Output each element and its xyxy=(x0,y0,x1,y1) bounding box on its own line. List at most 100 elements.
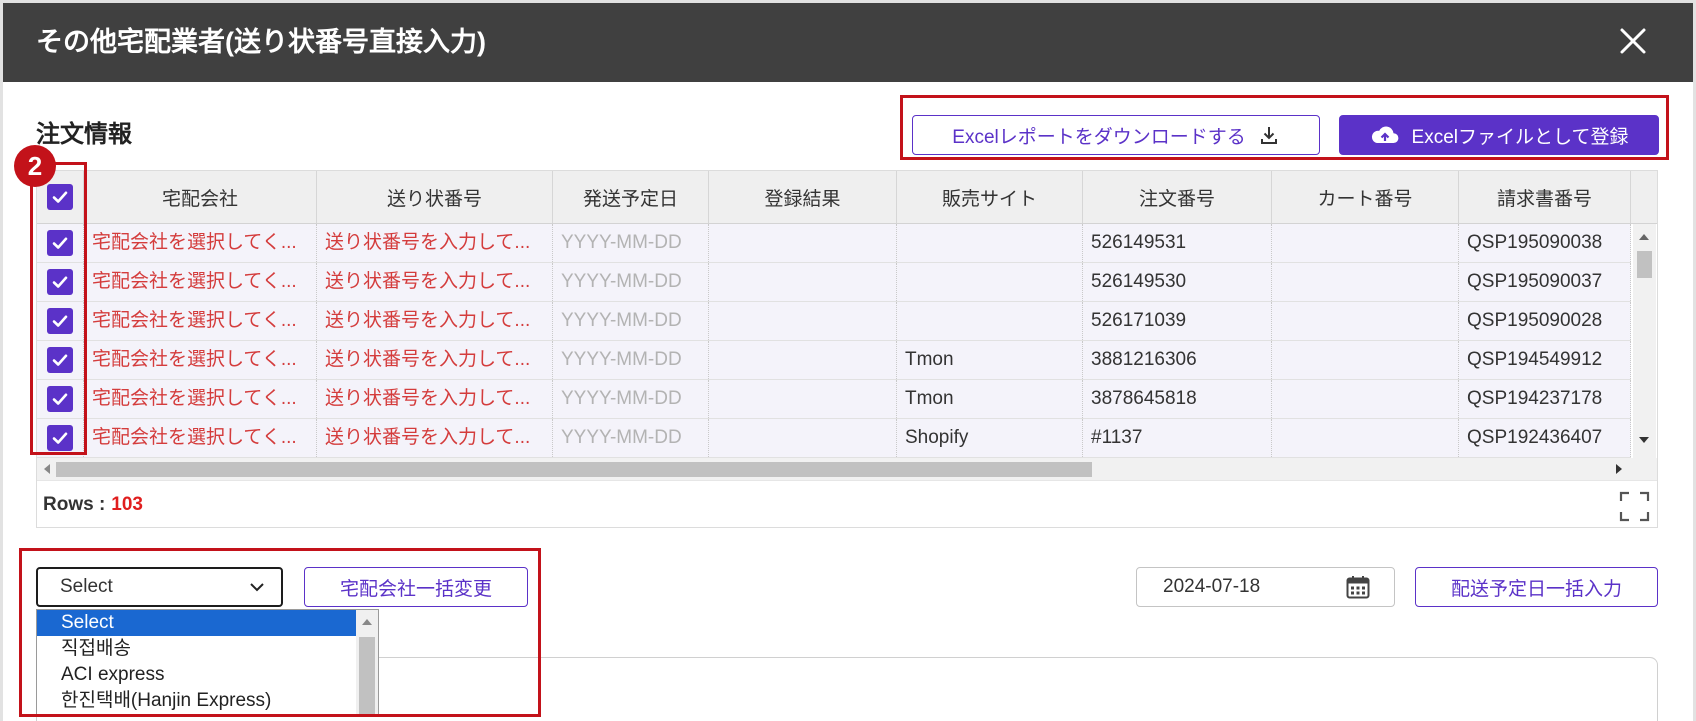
dropdown-scrollbar[interactable] xyxy=(356,610,378,716)
select-all-checkbox[interactable] xyxy=(47,184,73,210)
horizontal-scroll-thumb[interactable] xyxy=(56,462,1092,477)
column-header-invoice-number[interactable]: 請求書番号 xyxy=(1459,171,1631,223)
cell-ship-date[interactable]: YYYY-MM-DD xyxy=(553,341,709,379)
carrier-select-value: Select xyxy=(60,576,113,597)
carrier-select[interactable]: Select xyxy=(36,567,283,607)
cell-carrier[interactable]: 宅配会社を選択してく... xyxy=(84,224,317,262)
column-header-ship-date[interactable]: 発送予定日 xyxy=(553,171,709,223)
column-header-cart-number[interactable]: カート番号 xyxy=(1272,171,1459,223)
cell-carrier[interactable]: 宅配会社を選択してく... xyxy=(84,263,317,301)
close-icon xyxy=(1620,28,1646,54)
table-row[interactable]: 宅配会社を選択してく... 送り状番号を入力して... YYYY-MM-DD Tmon… xyxy=(37,380,1631,419)
table-row[interactable]: 宅配会社を選択してく... 送り状番号を入力して... YYYY-MM-DD 5261… xyxy=(37,302,1631,341)
cell-tracking-number[interactable]: 送り状番号を入力して... xyxy=(317,419,553,457)
cell-invoice-number: QSP194237178 xyxy=(1459,380,1631,418)
cell-order-number: 526149531 xyxy=(1083,224,1272,262)
cell-cart-number xyxy=(1272,263,1459,301)
scrollbar-corner xyxy=(1633,458,1657,480)
checkmark-icon xyxy=(52,354,68,366)
cell-registration-result xyxy=(709,263,897,301)
row-checkbox[interactable] xyxy=(47,386,73,412)
cell-cart-number xyxy=(1272,302,1459,340)
cell-invoice-number: QSP195090037 xyxy=(1459,263,1631,301)
column-header-registration-result[interactable]: 登録結果 xyxy=(709,171,897,223)
cell-carrier[interactable]: 宅配会社を選択してく... xyxy=(84,341,317,379)
vertical-scrollbar[interactable] xyxy=(1633,224,1656,458)
row-checkbox[interactable] xyxy=(47,230,73,256)
scroll-up-arrow-icon[interactable] xyxy=(1639,234,1649,240)
dropdown-scroll-thumb[interactable] xyxy=(359,637,375,716)
cell-ship-date[interactable]: YYYY-MM-DD xyxy=(553,224,709,262)
table-body: 宅配会社を選択してく... 送り状番号を入力して... YYYY-MM-DD 5261… xyxy=(37,224,1631,458)
calendar-icon[interactable] xyxy=(1345,574,1371,600)
scroll-right-arrow-icon[interactable] xyxy=(1616,464,1622,474)
cell-carrier[interactable]: 宅配会社を選択してく... xyxy=(84,419,317,457)
row-checkbox-cell xyxy=(37,341,84,379)
cell-ship-date[interactable]: YYYY-MM-DD xyxy=(553,263,709,301)
cell-sales-site: Shopify xyxy=(897,419,1083,457)
fullscreen-button[interactable] xyxy=(1619,491,1650,522)
checkmark-icon xyxy=(52,191,68,203)
column-header-tracking-number[interactable]: 送り状番号 xyxy=(317,171,553,223)
scroll-up-arrow-icon[interactable] xyxy=(362,619,372,625)
cell-sales-site xyxy=(897,263,1083,301)
column-header-order-number[interactable]: 注文番号 xyxy=(1083,171,1272,223)
column-header-carrier[interactable]: 宅配会社 xyxy=(84,171,317,223)
checkmark-icon xyxy=(52,237,68,249)
download-excel-report-button[interactable]: Excelレポートをダウンロードする xyxy=(912,115,1320,155)
upload-excel-button[interactable]: Excelファイルとして登録 xyxy=(1339,115,1659,155)
carrier-option[interactable]: 직접배송 xyxy=(37,636,356,662)
cell-invoice-number: QSP195090038 xyxy=(1459,224,1631,262)
checkmark-icon xyxy=(52,315,68,327)
row-checkbox[interactable] xyxy=(47,347,73,373)
bulk-change-carrier-button[interactable]: 宅配会社一括変更 xyxy=(304,567,528,607)
row-checkbox-cell xyxy=(37,263,84,301)
bulk-set-ship-date-button[interactable]: 配送予定日一括入力 xyxy=(1415,567,1658,607)
cell-carrier[interactable]: 宅配会社を選択してく... xyxy=(84,302,317,340)
carrier-option[interactable]: Select xyxy=(37,610,356,636)
cell-ship-date[interactable]: YYYY-MM-DD xyxy=(553,419,709,457)
table-row[interactable]: 宅配会社を選択してく... 送り状番号を入力して... YYYY-MM-DD Shop… xyxy=(37,419,1631,458)
cell-tracking-number[interactable]: 送り状番号を入力して... xyxy=(317,224,553,262)
modal-title: その他宅配業者(送り状番号直接入力) xyxy=(36,27,486,57)
fullscreen-icon xyxy=(1619,491,1650,522)
horizontal-scrollbar[interactable] xyxy=(37,458,1633,480)
scroll-down-arrow-icon[interactable] xyxy=(1639,437,1649,443)
cell-carrier[interactable]: 宅配会社を選択してく... xyxy=(84,380,317,418)
table-row[interactable]: 宅配会社を選択してく... 送り状番号を入力して... YYYY-MM-DD 5261… xyxy=(37,263,1631,302)
cell-sales-site xyxy=(897,302,1083,340)
row-checkbox-cell xyxy=(37,224,84,262)
cell-ship-date[interactable]: YYYY-MM-DD xyxy=(553,380,709,418)
column-header-sales-site[interactable]: 販売サイト xyxy=(897,171,1083,223)
cell-tracking-number[interactable]: 送り状番号を入力して... xyxy=(317,302,553,340)
cell-tracking-number[interactable]: 送り状番号を入力して... xyxy=(317,380,553,418)
row-checkbox[interactable] xyxy=(47,308,73,334)
upload-button-label: Excelファイルとして登録 xyxy=(1411,126,1629,148)
table-footer: Rows :103 xyxy=(37,480,1657,527)
row-checkbox[interactable] xyxy=(47,269,73,295)
checkmark-icon xyxy=(52,432,68,444)
cell-tracking-number[interactable]: 送り状番号を入力して... xyxy=(317,263,553,301)
cell-order-number: 3878645818 xyxy=(1083,380,1272,418)
row-checkbox[interactable] xyxy=(47,425,73,451)
cell-registration-result xyxy=(709,224,897,262)
table-row[interactable]: 宅配会社を選択してく... 送り状番号を入力して... YYYY-MM-DD 5261… xyxy=(37,224,1631,263)
scroll-left-arrow-icon[interactable] xyxy=(44,464,50,474)
rows-label: Rows : xyxy=(43,494,106,515)
cell-ship-date[interactable]: YYYY-MM-DD xyxy=(553,302,709,340)
cell-sales-site xyxy=(897,224,1083,262)
rows-count: 103 xyxy=(111,494,143,515)
ship-date-input[interactable]: 2024-07-18 xyxy=(1136,567,1395,607)
carrier-option[interactable]: 한진택배(Hanjin Express) xyxy=(37,688,356,714)
vertical-scroll-thumb[interactable] xyxy=(1637,251,1652,278)
table-row[interactable]: 宅配会社を選択してく... 送り状番号を入力して... YYYY-MM-DD Tmon… xyxy=(37,341,1631,380)
cell-invoice-number: QSP192436407 xyxy=(1459,419,1631,457)
carrier-option[interactable]: ACI express xyxy=(37,662,356,688)
cell-tracking-number[interactable]: 送り状番号を入力して... xyxy=(317,341,553,379)
cell-invoice-number: QSP195090028 xyxy=(1459,302,1631,340)
close-button[interactable] xyxy=(1616,24,1650,58)
carrier-dropdown-list: Select 직접배송 ACI express 한진택배(Hanjin Expr… xyxy=(36,609,379,717)
modal-header: その他宅配業者(送り状番号直接入力) xyxy=(3,3,1693,82)
cell-order-number: #1137 xyxy=(1083,419,1272,457)
cell-order-number: 526149530 xyxy=(1083,263,1272,301)
